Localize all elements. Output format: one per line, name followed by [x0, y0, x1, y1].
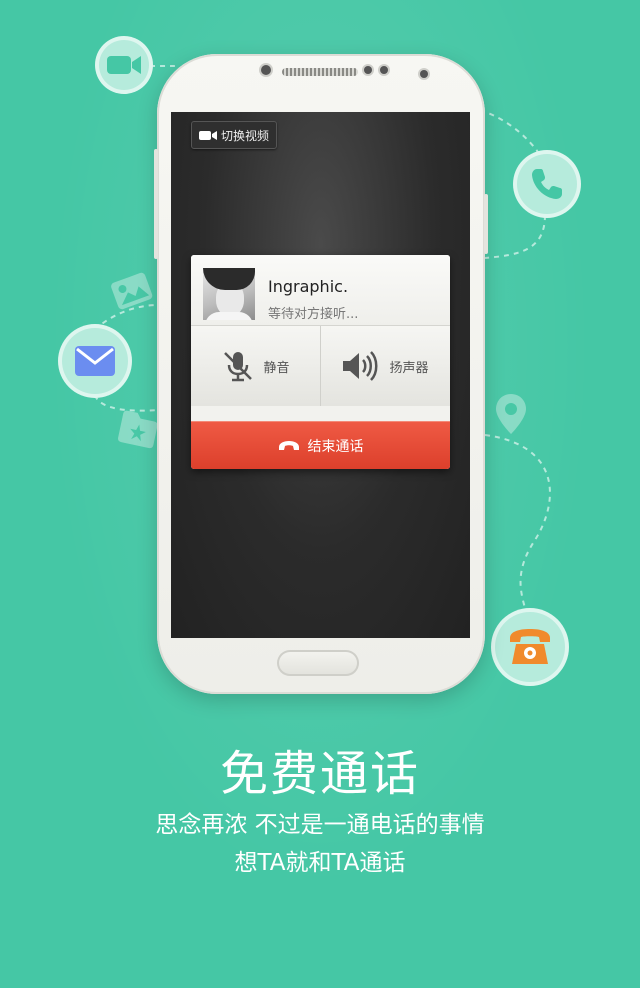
front-camera — [261, 65, 271, 75]
call-card: Ingraphic. 等待对方接听... 静音 扬声器 结束通话 — [191, 255, 450, 469]
mail-bubble — [58, 324, 132, 398]
call-status: 等待对方接听... — [268, 307, 359, 322]
mute-button[interactable]: 静音 — [191, 326, 321, 406]
mic-muted-icon — [224, 352, 253, 382]
caller-info: Ingraphic. 等待对方接听... — [191, 255, 450, 326]
phone-bubble — [513, 150, 581, 218]
telephone-bubble — [491, 608, 569, 686]
location-pin-icon — [496, 394, 526, 434]
phone-device: 切换视频 Ingraphic. 等待对方接听... 静音 扬声器 结束通话 — [154, 54, 488, 694]
photo-icon — [111, 272, 153, 310]
power-button — [484, 194, 488, 254]
hang-up-icon — [278, 441, 299, 450]
headline: 免费通话 — [219, 746, 420, 802]
mail-icon — [75, 346, 115, 376]
speaker-button[interactable]: 扬声器 — [320, 326, 450, 406]
earpiece-speaker — [282, 68, 358, 76]
home-button — [277, 650, 359, 676]
tagline-line-1: 思念再浓 不过是一通电话的事情 — [155, 812, 485, 838]
mute-label: 静音 — [263, 360, 290, 376]
video-bubble — [95, 36, 153, 94]
rear-sensor — [420, 70, 428, 78]
speaker-label: 扬声器 — [389, 360, 429, 376]
star-card-icon — [118, 410, 158, 449]
volume-button — [154, 149, 158, 259]
telephone-icon — [510, 629, 550, 664]
tagline-line-2: 想TA就和TA通话 — [234, 850, 406, 876]
speaker-icon — [343, 351, 378, 381]
caller-name: Ingraphic. — [268, 277, 349, 296]
phone-icon — [532, 169, 562, 199]
video-camera-icon — [107, 56, 141, 74]
light-sensor — [380, 66, 388, 74]
avatar — [203, 268, 255, 320]
video-camera-icon — [198, 130, 217, 140]
end-call-label: 结束通话 — [307, 439, 364, 455]
phone-screen: 切换视频 Ingraphic. 等待对方接听... 静音 扬声器 结束通话 — [171, 112, 470, 638]
switch-video-button[interactable]: 切换视频 — [191, 121, 277, 149]
end-call-button[interactable]: 结束通话 — [191, 421, 450, 469]
switch-video-label: 切换视频 — [220, 128, 269, 143]
proximity-sensor — [364, 66, 372, 74]
call-controls: 静音 扬声器 — [191, 326, 450, 406]
